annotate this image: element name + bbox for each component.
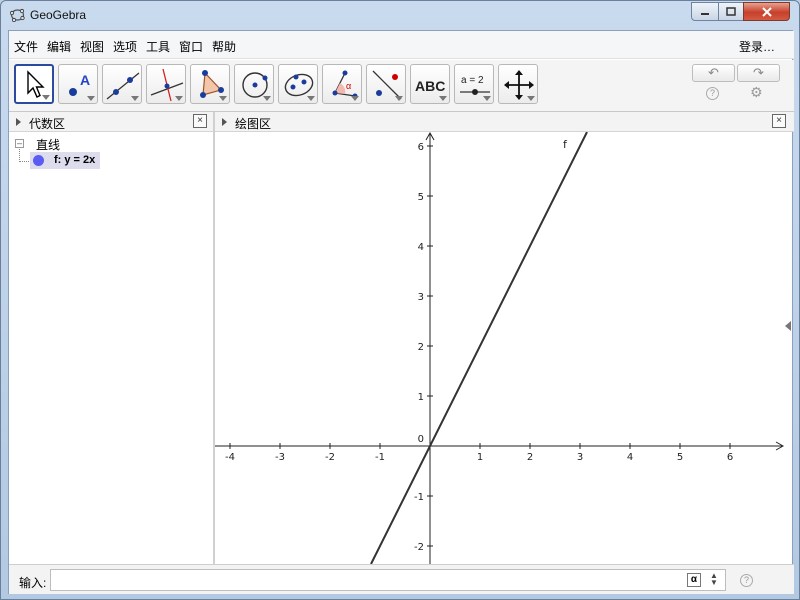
reflect-tool-button[interactable] bbox=[366, 64, 406, 104]
input-label: 输入: bbox=[19, 576, 47, 590]
menu-file[interactable]: 文件 bbox=[14, 38, 38, 55]
tree-connector bbox=[19, 149, 29, 162]
graphics-view-toggle-icon[interactable] bbox=[222, 118, 227, 126]
menu-tools[interactable]: 工具 bbox=[146, 38, 170, 55]
move-tool-button[interactable] bbox=[14, 64, 54, 104]
minimize-button[interactable] bbox=[691, 2, 719, 21]
x-tick-label: 5 bbox=[677, 452, 683, 463]
x-tick-label: -4 bbox=[225, 452, 235, 463]
geogebra-logo-icon bbox=[10, 8, 25, 22]
graphics-view-close-button[interactable]: × bbox=[772, 114, 786, 128]
menu-edit[interactable]: 编辑 bbox=[47, 38, 71, 55]
function-label-f: f bbox=[563, 138, 568, 151]
graphics-canvas[interactable]: -4 -3 -2 -1 1 2 3 4 5 6 -2 -1 1 2 3 4 5 6 0 f bbox=[215, 131, 785, 565]
y-tick-label: -2 bbox=[414, 542, 424, 553]
y-tick-label: 1 bbox=[418, 392, 424, 403]
algebra-view-toggle-icon[interactable] bbox=[16, 118, 21, 126]
algebra-view-close-button[interactable]: × bbox=[193, 114, 207, 128]
graphics-view[interactable]: -4 -3 -2 -1 1 2 3 4 5 6 -2 -1 1 2 3 4 5 6 0 f bbox=[215, 131, 785, 565]
y-tick-label: 6 bbox=[418, 142, 424, 153]
show-style-bar-icon[interactable] bbox=[785, 321, 791, 331]
x-tick-label: 2 bbox=[527, 452, 533, 463]
visibility-toggle-icon[interactable] bbox=[33, 155, 44, 166]
title-bar: GeoGebra bbox=[1, 1, 799, 29]
x-tick-label: 4 bbox=[627, 452, 633, 463]
undo-button[interactable]: ↶ bbox=[692, 64, 735, 82]
tree-collapse-icon[interactable]: – bbox=[15, 139, 24, 148]
input-field[interactable] bbox=[50, 569, 726, 591]
input-help-icon[interactable]: ? bbox=[740, 574, 753, 587]
close-icon bbox=[761, 6, 772, 17]
svg-text:A: A bbox=[80, 72, 90, 88]
ellipse-tool-button[interactable] bbox=[278, 64, 318, 104]
svg-text:α: α bbox=[346, 81, 351, 91]
window-title: GeoGebra bbox=[30, 8, 87, 22]
y-tick-label: -1 bbox=[414, 492, 424, 503]
y-tick-label: 4 bbox=[418, 242, 424, 253]
algebra-view-header: 代数区 × bbox=[9, 112, 213, 132]
menu-options[interactable]: 选项 bbox=[113, 38, 137, 55]
history-spinner-icon[interactable]: ▲ ▼ bbox=[710, 572, 718, 587]
x-tick-label: 1 bbox=[477, 452, 483, 463]
algebra-view: – 直线 f: y = 2x bbox=[9, 132, 213, 564]
geogebra-window: GeoGebra 文件 编辑 视图 选项 工具 窗口 帮助 登录… A α AB… bbox=[0, 0, 800, 600]
y-tick-label: 3 bbox=[418, 292, 424, 303]
algebra-object-label: f: y = 2x bbox=[54, 154, 96, 166]
symbol-table-button[interactable]: α bbox=[687, 573, 701, 587]
perpendicular-line-tool-button[interactable] bbox=[146, 64, 186, 104]
y-tick-label: 2 bbox=[418, 342, 424, 353]
settings-gear-icon[interactable]: ⚙ bbox=[750, 84, 763, 101]
svg-text:ABC: ABC bbox=[415, 78, 445, 94]
x-tick-label: -3 bbox=[275, 452, 285, 463]
maximize-button[interactable] bbox=[718, 2, 744, 21]
menu-help[interactable]: 帮助 bbox=[212, 38, 236, 55]
toolbar-help-icon[interactable]: ? bbox=[706, 87, 719, 100]
input-bar: 输入: α ▲ ▼ ? bbox=[9, 564, 794, 594]
text-tool-button[interactable]: ABC bbox=[410, 64, 450, 104]
menu-view[interactable]: 视图 bbox=[80, 38, 104, 55]
close-button[interactable] bbox=[743, 2, 790, 21]
graphics-view-title: 绘图区 bbox=[235, 117, 272, 131]
redo-button[interactable]: ↷ bbox=[737, 64, 780, 82]
x-tick-label: -2 bbox=[325, 452, 335, 463]
function-line-f bbox=[370, 131, 588, 565]
client-area: 文件 编辑 视图 选项 工具 窗口 帮助 登录… A α ABC a = 2 ↶… bbox=[8, 30, 794, 594]
point-tool-button[interactable]: A bbox=[58, 64, 98, 104]
x-tick-label: 6 bbox=[727, 452, 733, 463]
algebra-view-title: 代数区 bbox=[29, 117, 66, 131]
menu-bar: 文件 编辑 视图 选项 工具 窗口 帮助 登录… bbox=[9, 31, 794, 59]
y-tick-label: 5 bbox=[418, 192, 424, 203]
line-tool-button[interactable] bbox=[102, 64, 142, 104]
move-graphics-view-tool-button[interactable] bbox=[498, 64, 538, 104]
tree-group-label: 直线 bbox=[36, 138, 61, 152]
toolbar: A α ABC a = 2 ↶ ↷ ? ⚙ bbox=[9, 60, 794, 112]
login-link[interactable]: 登录… bbox=[739, 38, 775, 55]
maximize-icon bbox=[726, 7, 736, 16]
angle-tool-button[interactable]: α bbox=[322, 64, 362, 104]
graphics-view-header: 绘图区 × bbox=[215, 112, 794, 132]
slider-tool-button[interactable]: a = 2 bbox=[454, 64, 494, 104]
minimize-icon bbox=[701, 12, 709, 15]
undo-icon: ↶ bbox=[708, 65, 719, 80]
redo-icon: ↷ bbox=[753, 65, 764, 80]
circle-tool-button[interactable] bbox=[234, 64, 274, 104]
algebra-object-row[interactable]: f: y = 2x bbox=[30, 152, 100, 169]
polygon-tool-button[interactable] bbox=[190, 64, 230, 104]
origin-label: 0 bbox=[418, 434, 424, 445]
menu-window[interactable]: 窗口 bbox=[179, 38, 203, 55]
svg-text:a = 2: a = 2 bbox=[461, 75, 484, 86]
x-tick-label: 3 bbox=[577, 452, 583, 463]
x-tick-label: -1 bbox=[375, 452, 385, 463]
